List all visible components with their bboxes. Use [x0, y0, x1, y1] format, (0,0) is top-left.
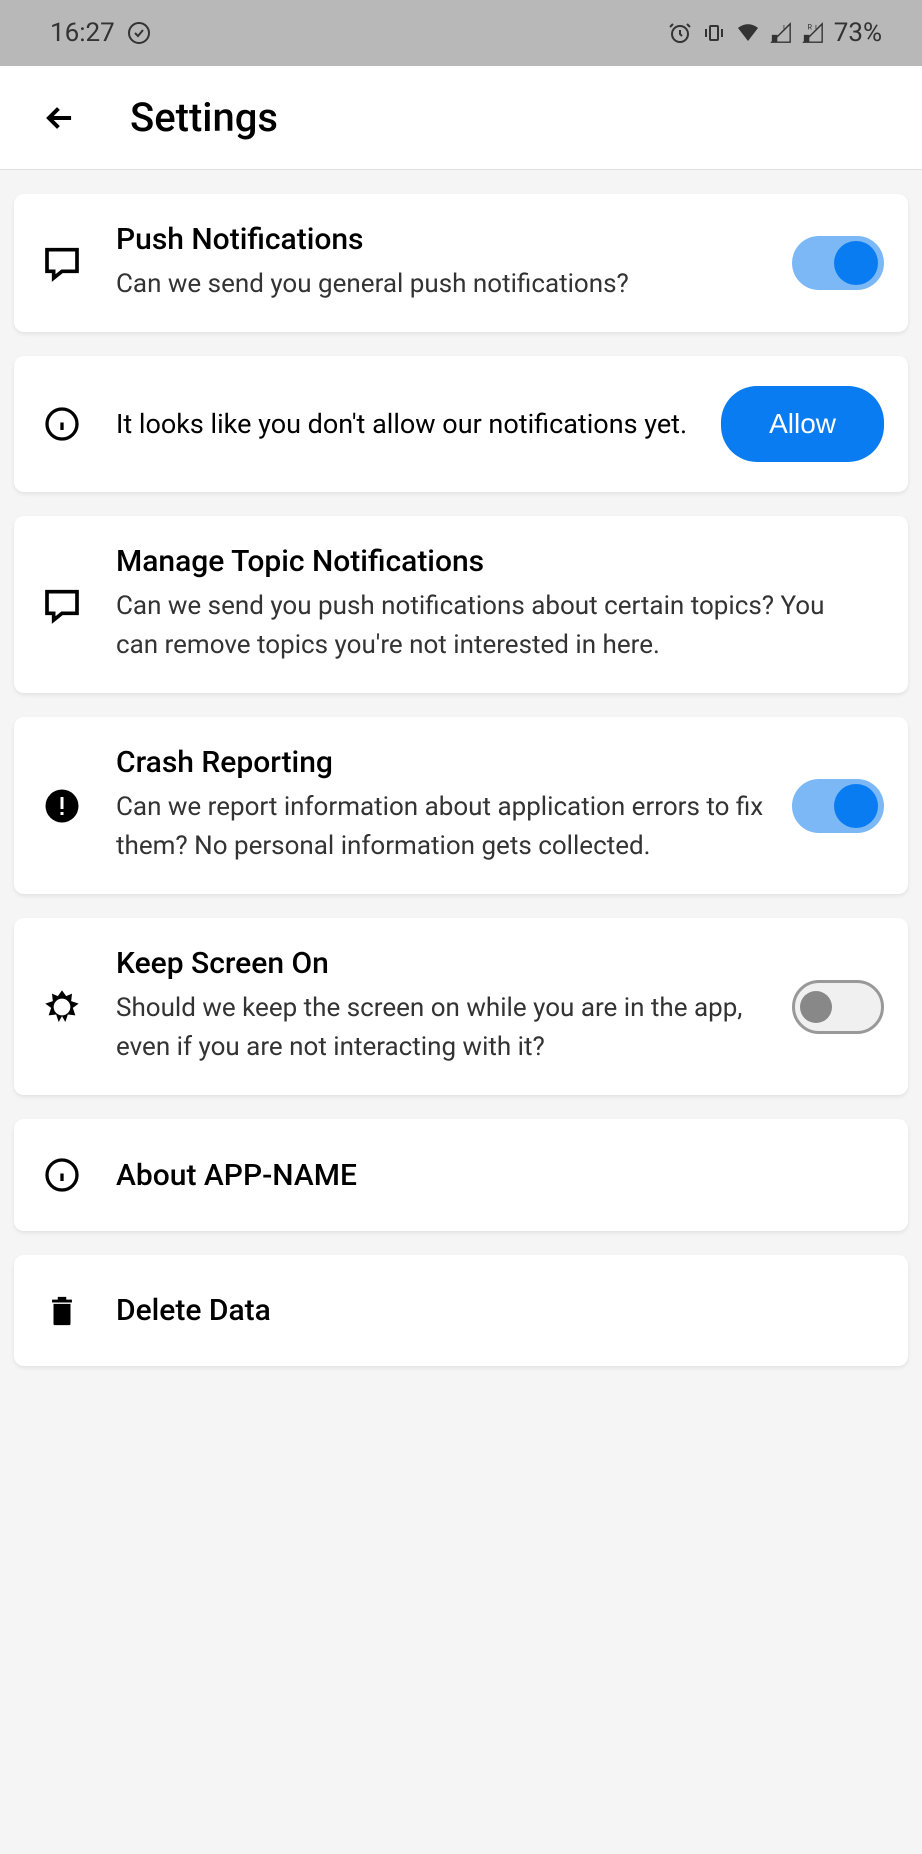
page-title: Settings [130, 94, 278, 141]
keep-screen-on-description: Should we keep the screen on while you a… [116, 989, 772, 1067]
delete-data-card[interactable]: Delete Data [14, 1255, 908, 1366]
status-left: 16:27 [50, 18, 151, 48]
manage-topics-title: Manage Topic Notifications [116, 544, 864, 579]
delete-data-title: Delete Data [116, 1293, 864, 1328]
svg-text:R: R [807, 22, 812, 31]
chat-icon [38, 243, 86, 283]
alarm-icon [668, 21, 692, 45]
push-notifications-toggle[interactable] [792, 236, 884, 290]
keep-screen-on-card[interactable]: Keep Screen On Should we keep the screen… [14, 918, 908, 1095]
info-icon [38, 1157, 86, 1193]
svg-text:!: ! [815, 24, 817, 34]
signal-icon-2: R ! [802, 22, 824, 44]
crash-reporting-title: Crash Reporting [116, 745, 772, 780]
back-button[interactable] [40, 98, 80, 138]
wifi-icon [736, 21, 760, 45]
crash-reporting-toggle[interactable] [792, 779, 884, 833]
brightness-icon [38, 987, 86, 1027]
status-battery: 73% [834, 18, 882, 48]
crash-reporting-card[interactable]: Crash Reporting Can we report informatio… [14, 717, 908, 894]
status-right: ! R ! 73% [668, 18, 882, 48]
error-icon [38, 788, 86, 824]
notification-warning-text: It looks like you don't allow our notifi… [116, 404, 701, 445]
vibrate-icon [702, 21, 726, 45]
about-card[interactable]: About APP-NAME [14, 1119, 908, 1231]
push-notifications-card[interactable]: Push Notifications Can we send you gener… [14, 194, 908, 332]
manage-topics-card[interactable]: Manage Topic Notifications Can we send y… [14, 516, 908, 693]
content: Push Notifications Can we send you gener… [0, 194, 922, 1366]
notification-warning-card: It looks like you don't allow our notifi… [14, 356, 908, 492]
push-notifications-title: Push Notifications [116, 222, 772, 257]
trash-icon [38, 1294, 86, 1328]
push-notifications-description: Can we send you general push notificatio… [116, 265, 772, 304]
header: Settings [0, 66, 922, 170]
signal-icon-1: ! [770, 22, 792, 44]
allow-button[interactable]: Allow [721, 386, 884, 462]
keep-screen-on-toggle[interactable] [792, 980, 884, 1034]
keep-screen-on-title: Keep Screen On [116, 946, 772, 981]
manage-topics-description: Can we send you push notifications about… [116, 587, 864, 665]
chat-icon [38, 585, 86, 625]
checkmark-circle-icon [127, 21, 151, 45]
status-time: 16:27 [50, 18, 115, 48]
crash-reporting-description: Can we report information about applicat… [116, 788, 772, 866]
info-icon [38, 406, 86, 442]
about-title: About APP-NAME [116, 1158, 864, 1193]
status-bar: 16:27 [0, 0, 922, 66]
svg-text:!: ! [783, 24, 785, 34]
